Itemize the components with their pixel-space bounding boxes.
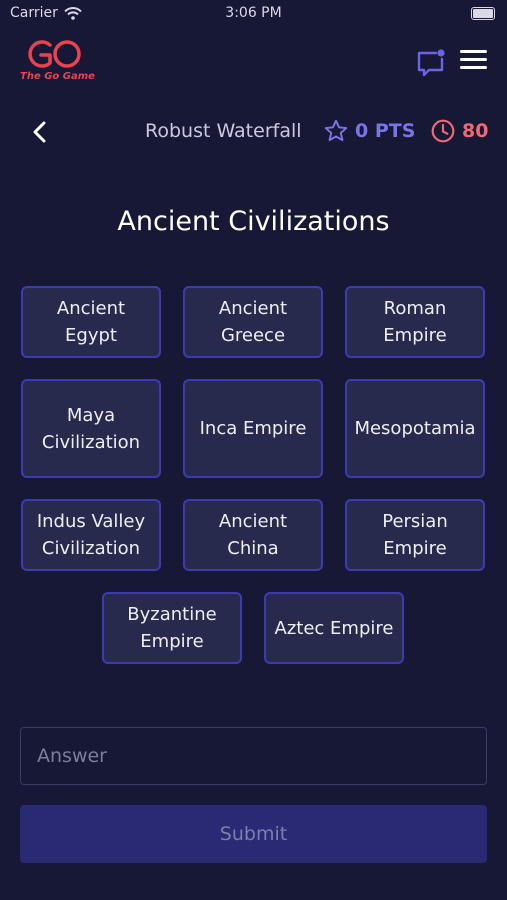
- option-tile[interactable]: Persian Empire: [345, 499, 485, 571]
- option-tile[interactable]: Ancient China: [183, 499, 323, 571]
- answer-input[interactable]: [20, 727, 487, 785]
- option-tile[interactable]: Aztec Empire: [264, 592, 404, 664]
- option-tile[interactable]: Maya Civilization: [21, 379, 161, 478]
- option-tile[interactable]: Indus Valley Civilization: [21, 499, 161, 571]
- option-tile[interactable]: Byzantine Empire: [102, 592, 242, 664]
- option-tile[interactable]: Ancient Greece: [183, 286, 323, 358]
- submit-button[interactable]: Submit: [20, 805, 487, 863]
- option-tile[interactable]: Inca Empire: [183, 379, 323, 478]
- option-tile[interactable]: Ancient Egypt: [21, 286, 161, 358]
- option-tile[interactable]: Roman Empire: [345, 286, 485, 358]
- option-tile[interactable]: Mesopotamia: [345, 379, 485, 478]
